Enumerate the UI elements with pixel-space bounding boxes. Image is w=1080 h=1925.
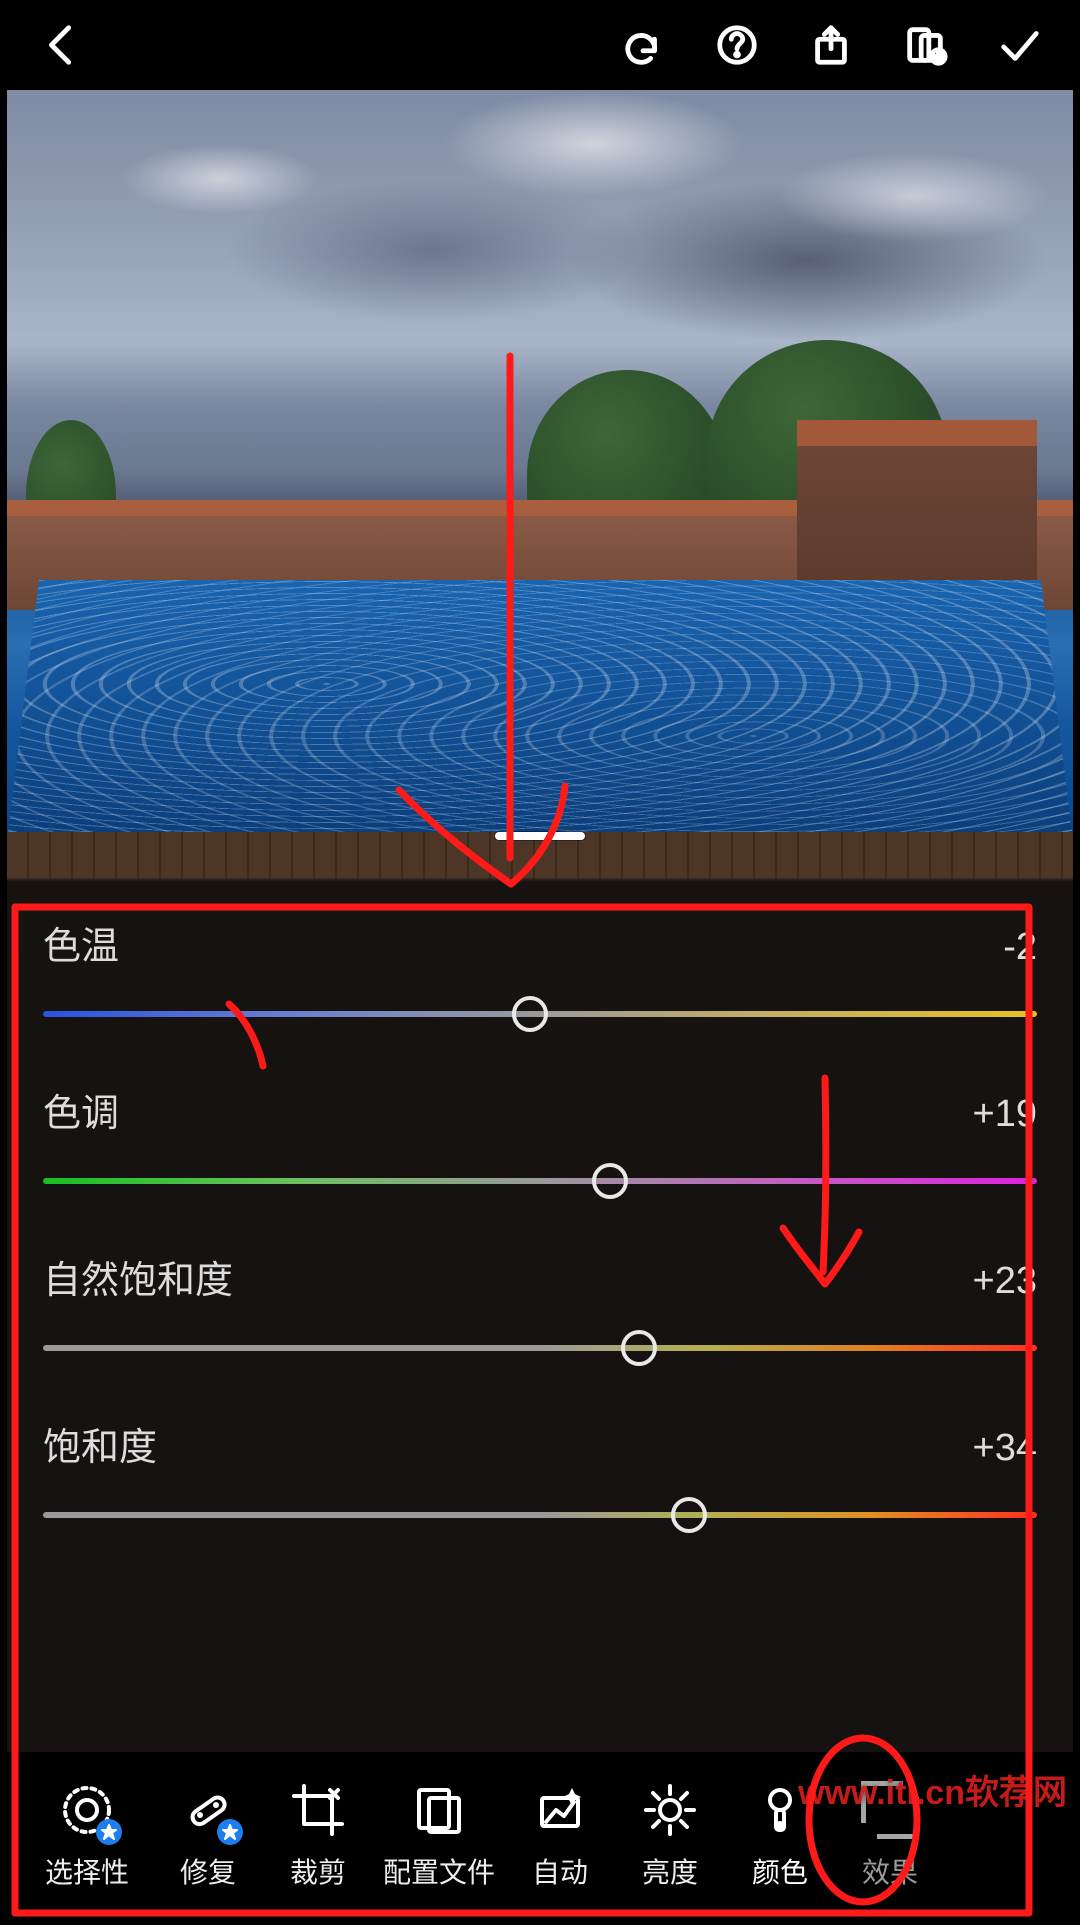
param-temperature: 色温 -2 — [43, 915, 1037, 1030]
slider-temperature[interactable] — [43, 998, 1037, 1030]
presets-button[interactable] — [899, 19, 951, 71]
help-button[interactable] — [711, 19, 763, 71]
slider-vibrance[interactable] — [43, 1332, 1037, 1364]
value-temperature: -2 — [1003, 926, 1037, 969]
tool-label: 颜色 — [752, 1851, 808, 1891]
back-button[interactable] — [35, 19, 87, 71]
param-saturation: 饱和度 +34 — [43, 1416, 1037, 1531]
share-button[interactable] — [805, 19, 857, 71]
tool-label: 自动 — [532, 1851, 588, 1891]
slider-saturation[interactable] — [43, 1499, 1037, 1531]
image-canvas[interactable] — [7, 90, 1073, 880]
param-vibrance: 自然饱和度 +23 — [43, 1249, 1037, 1364]
tool-selective[interactable]: 选择性 — [21, 1781, 153, 1891]
star-badge-icon — [96, 1819, 122, 1845]
tool-label: 修复 — [180, 1851, 236, 1891]
slider-tint[interactable] — [43, 1165, 1037, 1197]
pool — [7, 580, 1073, 840]
label-tint: 色调 — [43, 1082, 119, 1137]
slider-thumb[interactable] — [592, 1163, 628, 1199]
tool-label: 裁剪 — [290, 1851, 346, 1891]
slider-thumb[interactable] — [621, 1330, 657, 1366]
tool-heal[interactable]: 修复 — [153, 1781, 263, 1891]
drag-handle[interactable] — [495, 832, 585, 840]
label-temperature: 色温 — [43, 915, 119, 970]
tool-label: 选择性 — [45, 1851, 129, 1891]
label-vibrance: 自然饱和度 — [43, 1249, 233, 1304]
slider-thumb[interactable] — [671, 1497, 707, 1533]
top-bar — [7, 0, 1073, 90]
confirm-button[interactable] — [993, 19, 1045, 71]
watermark: www.iti.cn软荐网 — [798, 1765, 1067, 1814]
param-tint: 色调 +19 — [43, 1082, 1037, 1197]
label-saturation: 饱和度 — [43, 1416, 157, 1471]
value-tint: +19 — [973, 1093, 1037, 1136]
color-panel: 色温 -2 色调 +19 自然饱和度 +23 — [43, 915, 1037, 1531]
slider-thumb[interactable] — [512, 996, 548, 1032]
value-vibrance: +23 — [973, 1260, 1037, 1303]
tool-label: 亮度 — [642, 1851, 698, 1891]
star-badge-icon — [217, 1819, 243, 1845]
value-saturation: +34 — [973, 1427, 1037, 1470]
tool-light[interactable]: 亮度 — [615, 1781, 725, 1891]
undo-button[interactable] — [617, 19, 669, 71]
tool-label: 效果 — [862, 1851, 918, 1891]
tool-auto[interactable]: 自动 — [505, 1781, 615, 1891]
tool-label: 配置文件 — [383, 1851, 495, 1891]
tool-crop[interactable]: 裁剪 — [263, 1781, 373, 1891]
tool-profiles[interactable]: 配置文件 — [373, 1781, 505, 1891]
